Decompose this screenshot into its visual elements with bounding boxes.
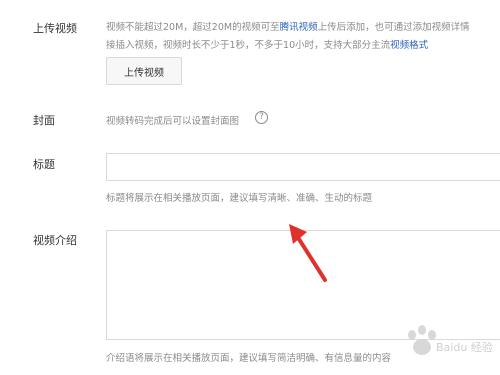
tencent-video-link[interactable]: 腾讯视频	[280, 22, 318, 33]
annotation-arrow-icon	[289, 224, 327, 282]
upload-video-label: 上传视频	[33, 22, 77, 35]
hint-text: 上传后添加，也可通过添加视频详情	[317, 22, 470, 33]
upload-video-button[interactable]: 上传视频	[106, 57, 182, 85]
help-icon[interactable]: ?	[255, 111, 268, 124]
watermark-text: Baidu 经验	[436, 341, 493, 354]
cover-label: 封面	[33, 114, 55, 127]
title-input[interactable]	[106, 153, 500, 181]
hint-text: 视频不能超过20M，超过20M的视频可至	[106, 22, 280, 33]
upload-video-hint-line2: 接插入视频，视频时长不少于1秒，不多于10小时，支持大部分主流视频格式	[106, 37, 428, 51]
video-format-link[interactable]: 视频格式	[390, 40, 428, 51]
hint-text: 接插入视频，视频时长不少于1秒，不多于10小时，支持大部分主流	[106, 40, 391, 51]
intro-label: 视频介绍	[33, 234, 77, 247]
intro-hint: 介绍语将展示在相关播放页面，建议填写简洁明确、有信息量的内容	[106, 353, 392, 364]
baidu-watermark: Baidu 经验	[400, 321, 493, 369]
title-label: 标题	[33, 158, 55, 171]
upload-video-hint-line1: 视频不能超过20M，超过20M的视频可至腾讯视频上传后添加，也可通过添加视频详情	[106, 19, 470, 33]
title-hint: 标题将展示在相关播放页面，建议填写清晰、准确、生动的标题	[106, 193, 373, 204]
cover-hint: 视频转码完成后可以设置封面图	[106, 116, 240, 127]
